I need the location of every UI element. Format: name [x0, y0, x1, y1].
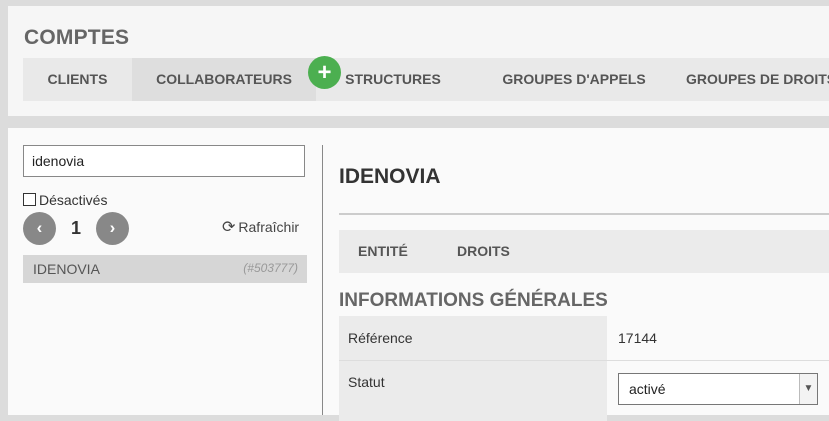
- chevron-left-icon: ‹: [36, 218, 43, 237]
- status-value: activé: [629, 381, 666, 397]
- entity-title: IDENOVIA: [339, 165, 441, 188]
- table-row: Statut activé ▼: [339, 361, 829, 421]
- tab-structures[interactable]: STRUCTURES: [325, 58, 461, 101]
- main-tabbar: CLIENTS COLLABORATEURS STRUCTURES GROUPE…: [23, 58, 829, 101]
- chevron-down-icon: ▼: [799, 374, 817, 404]
- tab-collaborateurs[interactable]: COLLABORATEURS: [132, 58, 316, 101]
- page-number: 1: [71, 218, 82, 238]
- page-title: COMPTES: [24, 26, 130, 49]
- refresh-label: Rafraîchir: [238, 219, 300, 235]
- vertical-divider: [322, 145, 323, 415]
- deactivated-checkbox[interactable]: [23, 193, 36, 206]
- horizontal-divider: [339, 213, 829, 215]
- field-value: 17144: [618, 330, 657, 346]
- result-name: IDENOVIA: [33, 261, 100, 277]
- next-page-button[interactable]: ›: [96, 212, 129, 245]
- section-title: INFORMATIONS GÉNÉRALES: [339, 290, 608, 311]
- field-label: Référence: [339, 316, 607, 360]
- table-row: Référence 17144: [339, 316, 829, 361]
- tab-droits[interactable]: DROITS: [457, 230, 510, 273]
- status-select[interactable]: activé ▼: [618, 373, 818, 405]
- chevron-right-icon: ›: [109, 218, 116, 237]
- tab-entite[interactable]: ENTITÉ: [358, 230, 408, 273]
- list-item[interactable]: IDENOVIA (#503777): [23, 255, 307, 283]
- add-collaborator-button[interactable]: +: [308, 56, 341, 89]
- detail-tabbar: ENTITÉ DROITS: [339, 230, 829, 273]
- field-label: Statut: [339, 361, 607, 421]
- refresh-icon: ⟳: [222, 219, 236, 236]
- deactivated-filter[interactable]: Désactivés: [23, 192, 107, 208]
- refresh-button[interactable]: ⟳ Rafraîchir: [222, 217, 299, 237]
- accounts-header-panel: COMPTES CLIENTS COLLABORATEURS STRUCTURE…: [8, 6, 829, 116]
- tab-groupes-droits[interactable]: GROUPES DE DROITS: [686, 58, 829, 101]
- tab-groupes-appels[interactable]: GROUPES D'APPELS: [473, 58, 675, 101]
- result-id: (#503777): [243, 261, 298, 275]
- main-panel: Désactivés ‹ 1 › ⟳Rafraîchir IDENOVIA (#…: [8, 128, 829, 421]
- tab-clients[interactable]: CLIENTS: [23, 58, 132, 101]
- plus-icon: +: [317, 59, 332, 86]
- deactivated-label: Désactivés: [39, 192, 108, 208]
- search-input[interactable]: [23, 145, 305, 177]
- prev-page-button[interactable]: ‹: [23, 212, 56, 245]
